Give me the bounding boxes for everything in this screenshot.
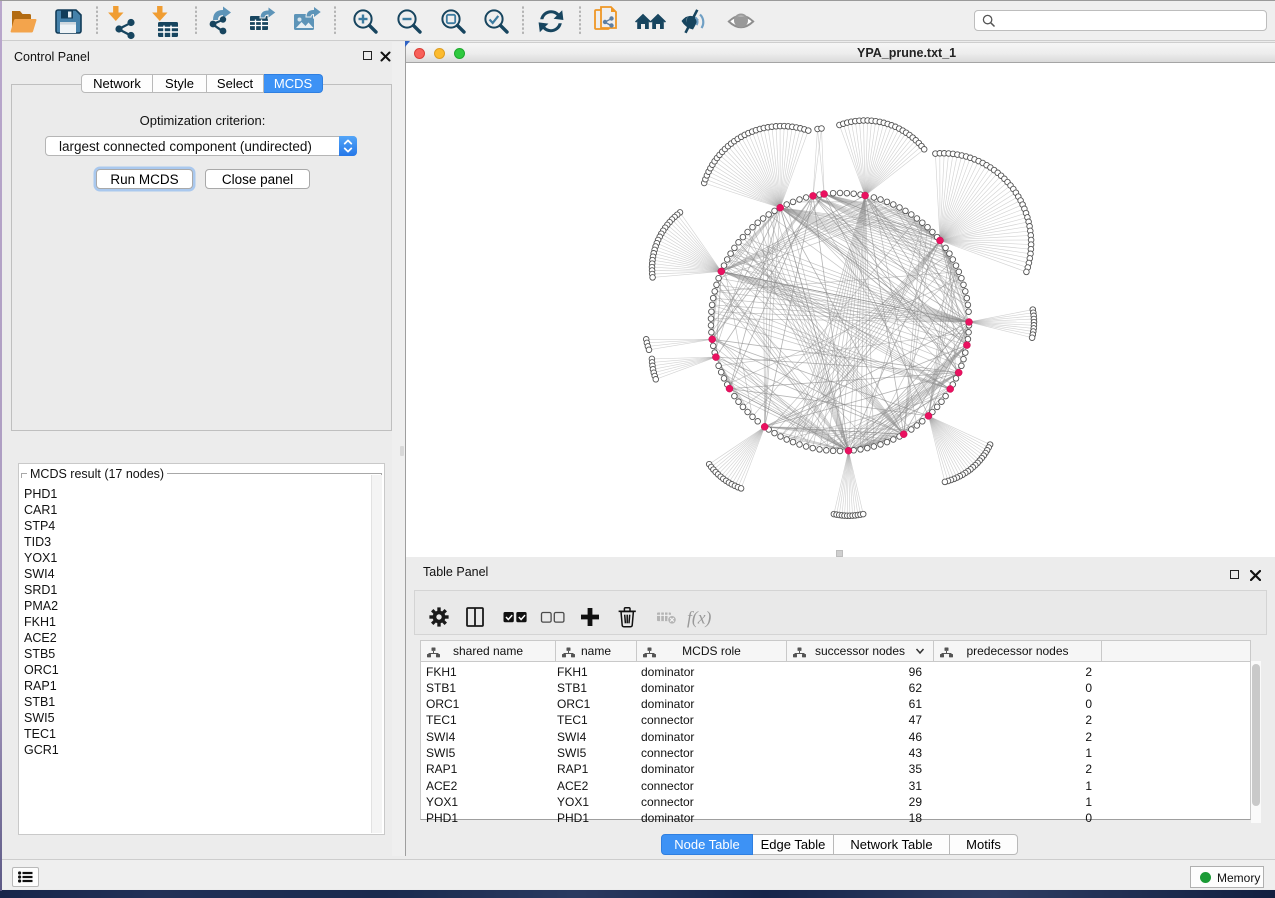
svg-text:f(x): f(x): [687, 608, 711, 628]
